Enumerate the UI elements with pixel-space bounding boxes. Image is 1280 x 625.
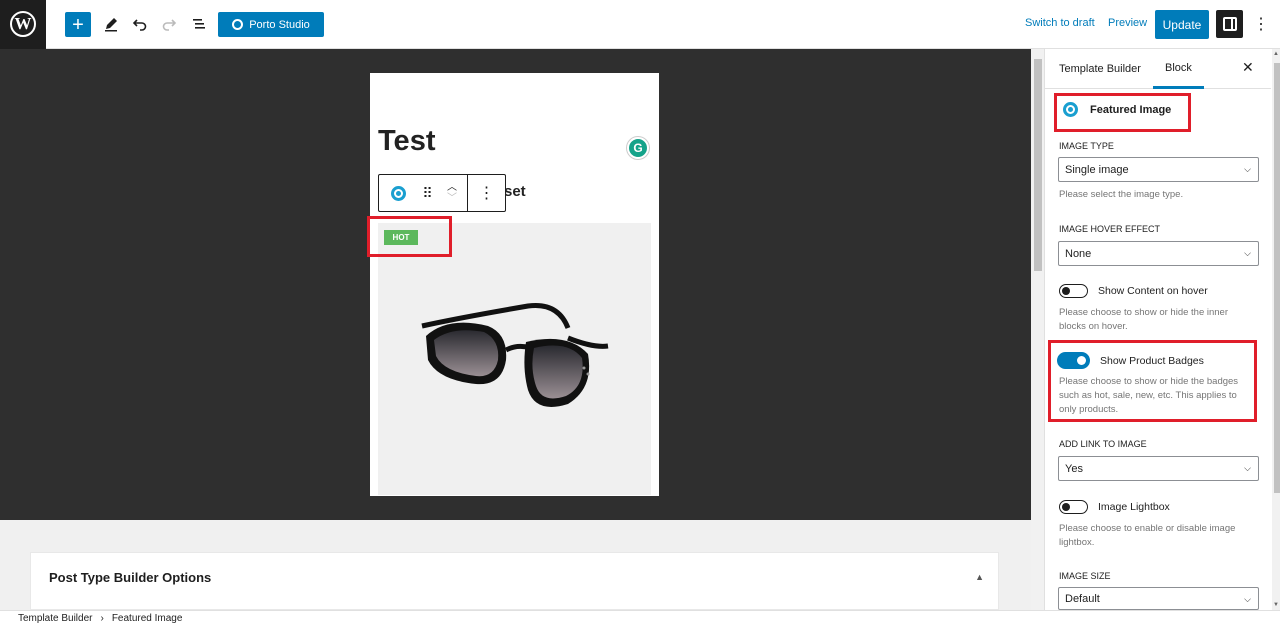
page-title[interactable]: Test — [378, 125, 435, 158]
scroll-down-icon[interactable]: ▼ — [1273, 602, 1279, 608]
undo-icon — [132, 19, 147, 31]
redo-icon — [162, 19, 177, 31]
scroll-up-icon[interactable]: ▲ — [1273, 51, 1279, 57]
preview-button[interactable]: Preview — [1108, 17, 1147, 29]
close-sidebar-button[interactable]: ✕ — [1242, 59, 1254, 76]
caret-up-icon[interactable]: ▲ — [975, 572, 984, 582]
move-down-icon[interactable]: ﹀ — [447, 193, 457, 204]
update-button[interactable]: Update — [1155, 10, 1209, 39]
editor-canvas: Test G set ⠿ ︿ ﹀ ⋮ HOT — [0, 49, 1031, 520]
tab-block[interactable]: Block — [1153, 49, 1204, 89]
sunglasses-image — [421, 302, 609, 407]
image-type-select[interactable]: Single image ⌵ — [1058, 157, 1259, 182]
chevron-right-icon: › — [100, 612, 104, 624]
show-content-hover-help: Please choose to show or hide the inner … — [1059, 307, 1228, 332]
panel-title: Post Type Builder Options — [49, 570, 212, 585]
block-type-button[interactable] — [379, 175, 417, 211]
wordpress-icon: W — [10, 11, 36, 37]
template-page[interactable]: Test G set ⠿ ︿ ﹀ ⋮ HOT — [370, 73, 659, 496]
porto-studio-label: Porto Studio — [249, 18, 310, 31]
vertical-ellipsis-icon: ⋮ — [1253, 16, 1269, 33]
grammarly-icon[interactable]: G — [627, 137, 649, 159]
image-lightbox-row: Image Lightbox — [1059, 500, 1170, 514]
product-badges-highlight — [1048, 340, 1257, 422]
document-overview-button[interactable] — [187, 12, 211, 36]
image-size-label: IMAGE SIZE — [1059, 571, 1111, 581]
chevron-down-icon: ⌵ — [1244, 594, 1251, 604]
add-link-value: Yes — [1065, 462, 1083, 475]
undo-button[interactable] — [128, 12, 152, 36]
settings-sidebar: Template Builder Block ✕ Featured Image … — [1044, 49, 1280, 610]
image-lightbox-toggle[interactable] — [1059, 500, 1088, 514]
image-lightbox-label: Image Lightbox — [1098, 501, 1170, 513]
show-content-hover-row: Show Content on hover — [1059, 284, 1208, 298]
sidebar-tabs: Template Builder Block ✕ — [1045, 49, 1271, 89]
breadcrumb-item-template-builder[interactable]: Template Builder — [18, 613, 92, 624]
scrollbar-thumb[interactable] — [1034, 59, 1042, 271]
image-size-value: Default — [1065, 592, 1100, 605]
plus-icon: + — [72, 13, 84, 36]
scrollbar-thumb[interactable] — [1274, 63, 1280, 493]
image-type-value: Single image — [1065, 163, 1129, 176]
hover-effect-value: None — [1065, 247, 1092, 260]
drag-handle-icon: ⠿ — [422, 184, 432, 201]
tab-template-builder[interactable]: Template Builder — [1059, 49, 1141, 89]
drag-handle[interactable]: ⠿ — [417, 175, 437, 211]
featured-image[interactable] — [378, 223, 651, 495]
badge-highlight — [367, 216, 452, 257]
featured-image-block-icon — [390, 185, 406, 201]
hover-effect-select[interactable]: None ⌵ — [1058, 241, 1259, 266]
post-type-builder-options-panel[interactable]: Post Type Builder Options ▲ — [30, 552, 999, 610]
featured-image-highlight — [1054, 93, 1191, 132]
settings-toggle-button[interactable] — [1216, 10, 1243, 38]
close-icon: ✕ — [1242, 59, 1254, 75]
switch-to-draft-button[interactable]: Switch to draft — [1025, 17, 1095, 29]
add-link-label: ADD LINK TO IMAGE — [1059, 439, 1147, 449]
editor-header: W + Porto Studio Switch to draft Preview… — [0, 0, 1280, 49]
block-breadcrumb: Template Builder › Featured Image — [0, 610, 1280, 625]
list-view-icon — [193, 19, 205, 29]
pencil-icon — [105, 18, 117, 32]
sidebar-scrollbar[interactable]: ▲ ▼ — [1272, 49, 1280, 610]
porto-studio-icon — [232, 19, 244, 30]
chevron-down-icon: ⌵ — [1244, 248, 1251, 258]
tools-button[interactable] — [99, 12, 123, 36]
hover-effect-label: IMAGE HOVER EFFECT — [1059, 224, 1161, 234]
add-block-button[interactable]: + — [65, 12, 91, 37]
show-content-hover-label: Show Content on hover — [1098, 285, 1208, 297]
breadcrumb-item-featured-image[interactable]: Featured Image — [112, 613, 183, 624]
product-title-fragment[interactable]: set — [504, 183, 526, 200]
options-menu-button[interactable]: ⋮ — [1250, 12, 1272, 36]
canvas-scrollbar[interactable] — [1031, 49, 1044, 610]
block-options-button[interactable]: ⋮ — [467, 175, 505, 211]
porto-studio-button[interactable]: Porto Studio — [218, 12, 324, 37]
move-up-icon[interactable]: ︿ — [447, 182, 457, 193]
wordpress-logo-button[interactable]: W — [0, 0, 46, 49]
show-content-hover-toggle[interactable] — [1059, 284, 1088, 298]
block-movers: ︿ ﹀ — [437, 175, 467, 211]
sidebar-panel-icon — [1222, 17, 1237, 31]
add-link-select[interactable]: Yes ⌵ — [1058, 456, 1259, 481]
image-lightbox-help: Please choose to enable or disable image… — [1059, 523, 1236, 548]
chevron-down-icon: ⌵ — [1244, 164, 1251, 174]
image-type-help: Please select the image type. — [1059, 189, 1184, 200]
image-type-label: IMAGE TYPE — [1059, 141, 1114, 151]
block-toolbar: ⠿ ︿ ﹀ ⋮ — [378, 174, 506, 212]
vertical-ellipsis-icon: ⋮ — [478, 185, 495, 202]
image-size-select[interactable]: Default ⌵ — [1058, 587, 1259, 610]
chevron-down-icon: ⌵ — [1244, 463, 1251, 473]
redo-button[interactable] — [157, 12, 181, 36]
meta-boxes-area: Post Type Builder Options ▲ — [0, 520, 1031, 610]
